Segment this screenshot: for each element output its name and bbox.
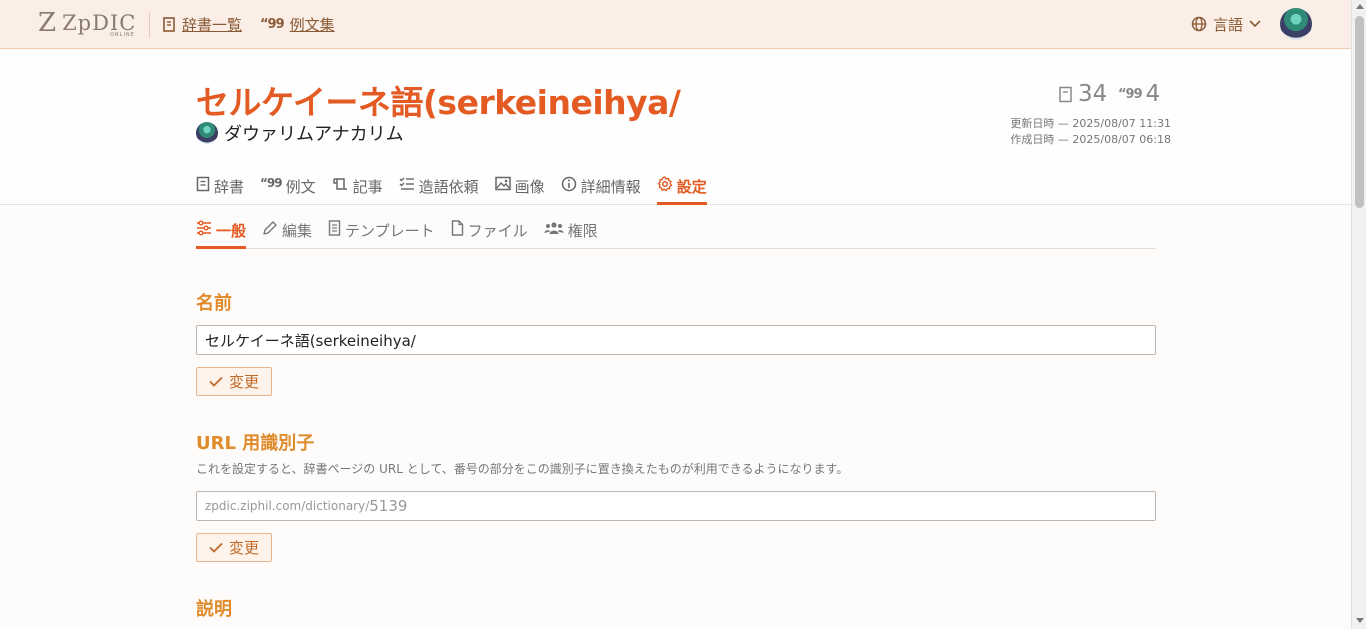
header-divider: [149, 12, 150, 38]
subtab-permissions[interactable]: 権限: [544, 216, 598, 249]
name-input[interactable]: セルケイーネ語(serkeineihya/: [196, 325, 1156, 355]
language-label: 言語: [1213, 15, 1244, 34]
word-count: 34: [1078, 81, 1108, 107]
subtab-permissions-label: 権限: [567, 222, 598, 240]
settings-subtabs: 一般 編集 テンプレート ファイル 権限: [196, 216, 1156, 249]
logo-subtext: ONLINE: [110, 32, 135, 38]
logo-mark: Z: [38, 8, 57, 38]
scroll-up-arrow[interactable]: [1356, 4, 1364, 9]
explanation-section-title: 説明: [196, 599, 232, 620]
nav-example-collection-label: 例文集: [289, 15, 335, 34]
name-section-title: 名前: [196, 293, 232, 314]
url-change-button[interactable]: 変更: [196, 533, 272, 562]
tab-articles[interactable]: 記事: [332, 172, 383, 205]
name-change-button[interactable]: 変更: [196, 367, 272, 396]
list-check-icon: [399, 176, 415, 192]
pencil-icon: [262, 220, 278, 236]
dictionary-owner[interactable]: ダウァリムアナカリム: [196, 121, 404, 145]
url-section-title: URL 用識別子: [196, 433, 315, 454]
example-count-stat: “99 4: [1118, 80, 1160, 108]
scroll-thumb[interactable]: [1355, 16, 1364, 208]
book-icon: [196, 176, 210, 192]
nav-dictionary-list-label: 辞書一覧: [182, 15, 243, 34]
chevron-down-icon: [1249, 20, 1261, 28]
tab-examples-label: 例文: [285, 178, 316, 196]
tab-requests[interactable]: 造語依頼: [399, 172, 479, 205]
book-icon: [162, 16, 176, 32]
updated-date: 更新日時 — 2025/08/07 11:31: [1010, 117, 1171, 130]
users-icon: [544, 220, 564, 236]
name-change-button-label: 変更: [228, 373, 259, 391]
subtab-edit-label: 編集: [282, 222, 313, 240]
url-identifier-input[interactable]: zpdic.ziphil.com/dictionary/5139: [196, 491, 1156, 521]
tab-settings-label: 設定: [676, 178, 707, 196]
subtab-general-label: 一般: [216, 222, 247, 240]
main-tabs: 辞書 “99 例文 記事 造語依頼 画像 詳細情報 設定: [196, 172, 723, 205]
tab-images-label: 画像: [514, 178, 545, 196]
subtab-template-label: テンプレート: [345, 222, 435, 240]
document-icon: [328, 220, 341, 236]
sliders-icon: [196, 220, 212, 236]
tab-requests-label: 造語依頼: [418, 178, 479, 196]
scroll-down-arrow[interactable]: [1356, 618, 1364, 623]
url-change-button-label: 変更: [228, 539, 259, 557]
gear-icon: [657, 176, 673, 192]
tab-details-label: 詳細情報: [580, 178, 641, 196]
check-icon: [209, 376, 223, 387]
subtab-files[interactable]: ファイル: [451, 216, 528, 249]
url-prefix: zpdic.ziphil.com/dictionary/: [205, 499, 370, 513]
top-header: Z ZpDIC ONLINE 辞書一覧 “99 例文集 言語: [0, 0, 1351, 49]
owner-name: ダウァリムアナカリム: [224, 124, 404, 145]
url-identifier-placeholder: 5139: [369, 497, 408, 515]
image-icon: [494, 176, 511, 191]
check-icon: [209, 542, 223, 553]
info-icon: [561, 176, 577, 192]
url-section-description: これを設定すると、辞書ページの URL として、番号の部分をこの識別子に置き換え…: [196, 462, 849, 476]
word-icon: [1058, 86, 1074, 103]
subtab-general[interactable]: 一般: [196, 216, 247, 249]
tab-images[interactable]: 画像: [494, 172, 545, 205]
tab-settings[interactable]: 設定: [656, 172, 707, 205]
user-avatar[interactable]: [1280, 8, 1312, 40]
example-count: 4: [1145, 81, 1161, 107]
dictionary-title[interactable]: セルケイーネ語(serkeineihya/: [196, 76, 681, 124]
tab-details[interactable]: 詳細情報: [561, 172, 641, 205]
file-icon: [451, 220, 464, 236]
quote-icon: “99: [260, 16, 285, 32]
quote-icon: “99: [260, 176, 283, 190]
globe-icon: [1191, 16, 1207, 32]
subtab-files-label: ファイル: [467, 222, 528, 240]
tab-articles-label: 記事: [352, 178, 383, 196]
nav-example-collection[interactable]: “99 例文集: [260, 13, 335, 35]
tab-examples[interactable]: “99 例文: [260, 172, 316, 205]
quote-icon: “99: [1118, 86, 1143, 102]
dictionary-dates: 更新日時 — 2025/08/07 11:31 作成日時 — 2025/08/0…: [1010, 116, 1171, 148]
subtab-edit[interactable]: 編集: [262, 216, 312, 249]
owner-avatar: [196, 122, 218, 144]
vertical-scrollbar[interactable]: [1351, 0, 1366, 629]
language-selector[interactable]: 言語: [1191, 13, 1261, 35]
tab-dictionary-label: 辞書: [214, 178, 245, 196]
word-count-stat: 34: [1058, 80, 1107, 108]
created-date: 作成日時 — 2025/08/07 06:18: [1010, 133, 1171, 146]
subtab-template[interactable]: テンプレート: [328, 216, 435, 249]
nav-dictionary-list[interactable]: 辞書一覧: [162, 13, 242, 35]
name-input-value: セルケイーネ語(serkeineihya/: [205, 331, 416, 350]
tab-dictionary[interactable]: 辞書: [196, 172, 244, 205]
scroll-icon: [332, 176, 349, 192]
